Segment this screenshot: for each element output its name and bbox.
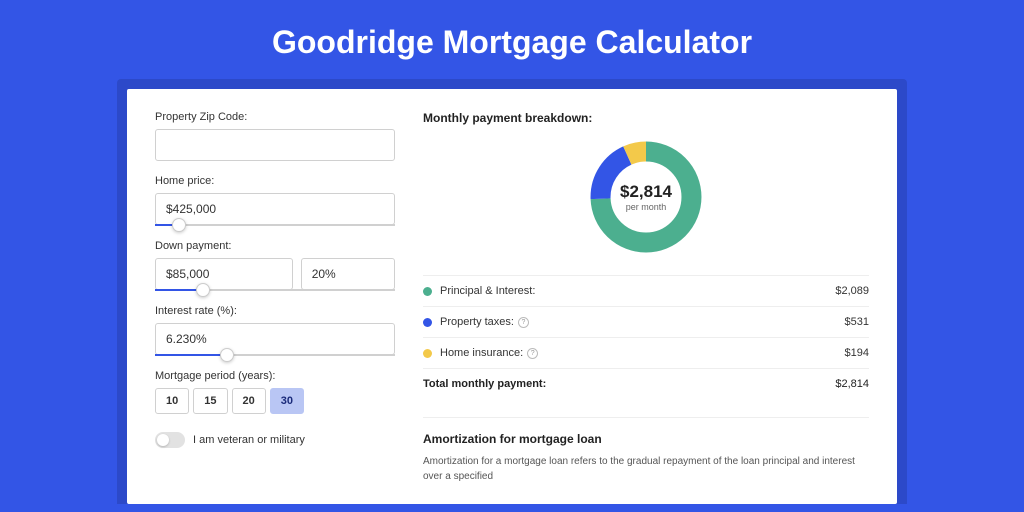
veteran-toggle[interactable] xyxy=(155,432,185,448)
page-title: Goodridge Mortgage Calculator xyxy=(0,0,1024,79)
zip-label: Property Zip Code: xyxy=(155,111,395,123)
interest-slider[interactable] xyxy=(155,354,395,356)
period-option-15[interactable]: 15 xyxy=(193,388,227,414)
breakdown-label: Home insurance:? xyxy=(440,347,845,359)
donut-amount: $2,814 xyxy=(620,182,672,202)
period-label: Mortgage period (years): xyxy=(155,370,395,382)
breakdown-value: $194 xyxy=(845,347,869,359)
breakdown-list: Principal & Interest:$2,089Property taxe… xyxy=(423,275,869,368)
down-payment-pct-input[interactable] xyxy=(301,258,395,290)
legend-dot xyxy=(423,318,432,327)
donut-sub: per month xyxy=(626,202,667,212)
period-option-10[interactable]: 10 xyxy=(155,388,189,414)
amortization-block: Amortization for mortgage loan Amortizat… xyxy=(423,417,869,484)
breakdown-label: Principal & Interest: xyxy=(440,285,835,297)
breakdown-value: $2,089 xyxy=(835,285,869,297)
period-field-group: Mortgage period (years): 10152030 xyxy=(155,370,395,414)
home-price-input[interactable] xyxy=(155,193,395,225)
breakdown-row: Principal & Interest:$2,089 xyxy=(423,275,869,306)
period-option-30[interactable]: 30 xyxy=(270,388,304,414)
slider-thumb[interactable] xyxy=(220,348,234,362)
info-icon[interactable]: ? xyxy=(527,348,538,359)
breakdown-column: Monthly payment breakdown: $2,814 per mo… xyxy=(423,111,869,484)
down-payment-label: Down payment: xyxy=(155,240,395,252)
form-column: Property Zip Code: Home price: Down paym… xyxy=(155,111,395,484)
slider-thumb[interactable] xyxy=(172,218,186,232)
period-option-20[interactable]: 20 xyxy=(232,388,266,414)
legend-dot xyxy=(423,287,432,296)
slider-thumb[interactable] xyxy=(196,283,210,297)
period-options: 10152030 xyxy=(155,388,395,414)
breakdown-row: Property taxes:?$531 xyxy=(423,306,869,337)
interest-input[interactable] xyxy=(155,323,395,355)
veteran-toggle-row: I am veteran or military xyxy=(155,432,395,448)
total-value: $2,814 xyxy=(835,378,869,390)
interest-field-group: Interest rate (%): xyxy=(155,305,395,356)
total-label: Total monthly payment: xyxy=(423,378,835,390)
donut-chart: $2,814 per month xyxy=(586,137,706,257)
home-price-field-group: Home price: xyxy=(155,175,395,226)
zip-input[interactable] xyxy=(155,129,395,161)
veteran-label: I am veteran or military xyxy=(193,434,305,446)
info-icon[interactable]: ? xyxy=(518,317,529,328)
calculator-card: Property Zip Code: Home price: Down paym… xyxy=(127,89,897,504)
home-price-slider[interactable] xyxy=(155,224,395,226)
amortization-title: Amortization for mortgage loan xyxy=(423,432,869,446)
down-payment-slider[interactable] xyxy=(155,289,395,291)
breakdown-row: Home insurance:?$194 xyxy=(423,337,869,368)
legend-dot xyxy=(423,349,432,358)
down-payment-amount-input[interactable] xyxy=(155,258,293,290)
donut-center: $2,814 per month xyxy=(586,137,706,257)
zip-field-group: Property Zip Code: xyxy=(155,111,395,161)
breakdown-value: $531 xyxy=(845,316,869,328)
breakdown-label: Property taxes:? xyxy=(440,316,845,328)
amortization-text: Amortization for a mortgage loan refers … xyxy=(423,454,869,484)
home-price-label: Home price: xyxy=(155,175,395,187)
card-shadow: Property Zip Code: Home price: Down paym… xyxy=(117,79,907,504)
donut-chart-wrap: $2,814 per month xyxy=(423,137,869,257)
down-payment-field-group: Down payment: xyxy=(155,240,395,291)
interest-label: Interest rate (%): xyxy=(155,305,395,317)
breakdown-title: Monthly payment breakdown: xyxy=(423,111,869,125)
total-row: Total monthly payment: $2,814 xyxy=(423,368,869,399)
